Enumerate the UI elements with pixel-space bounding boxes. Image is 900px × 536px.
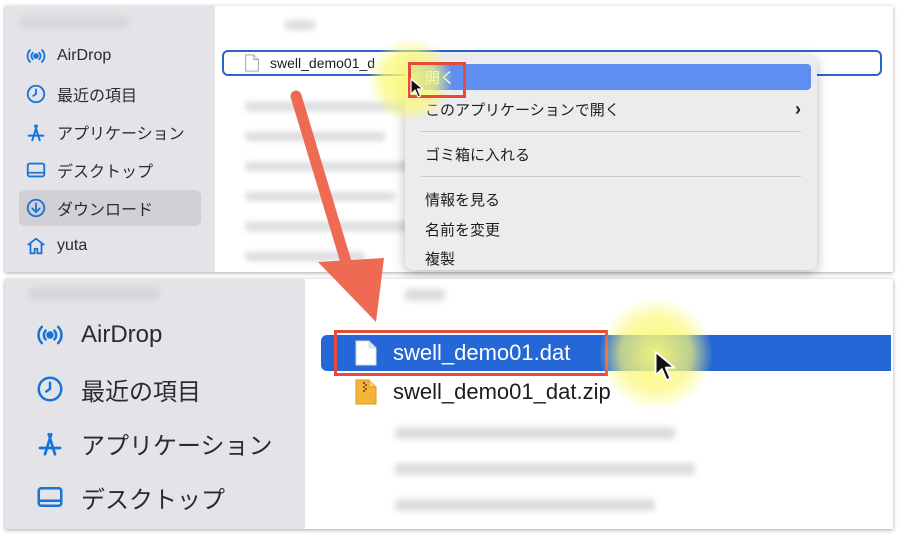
blurred-row xyxy=(395,427,675,439)
desktop-icon xyxy=(25,159,47,181)
download-icon xyxy=(25,197,47,219)
sidebar-item-airdrop[interactable]: AirDrop xyxy=(19,38,201,74)
sidebar-item-label: AirDrop xyxy=(81,321,163,348)
blurred-row xyxy=(245,192,395,201)
sidebar-item-label: アプリケーション xyxy=(81,432,273,460)
sidebar-item-label: 最近の項目 xyxy=(81,378,201,406)
sidebar-item-airdrop[interactable]: AirDrop xyxy=(35,313,162,357)
clock-icon xyxy=(35,374,65,404)
blurred-header xyxy=(19,16,129,28)
menu-item-label: 情報を見る xyxy=(425,191,501,209)
applications-icon xyxy=(25,121,47,143)
sidebar-item-label: デスクトップ xyxy=(57,164,154,181)
sidebar-item-applications[interactable]: アプリケーション xyxy=(19,114,201,150)
sidebar-item-label: デスクトップ xyxy=(81,486,225,514)
menu-item-get-info[interactable]: 情報を見る xyxy=(411,186,811,212)
blurred-header xyxy=(405,289,445,301)
blurred-row xyxy=(245,252,365,261)
blurred-row xyxy=(395,463,695,475)
menu-item-move-to-trash[interactable]: ゴミ箱に入れる xyxy=(411,141,811,167)
menu-item-label: このアプリケーションで開く xyxy=(425,101,620,119)
annotation-box-file xyxy=(334,330,608,376)
blurred-header xyxy=(29,287,159,301)
blurred-row xyxy=(395,499,655,511)
menu-separator xyxy=(421,176,801,177)
file-name: swell_demo01_dat.zip xyxy=(393,379,611,404)
sidebar-item-home[interactable]: yuta xyxy=(19,228,201,264)
blurred-header xyxy=(285,20,315,30)
finder-sidebar: AirDrop 最近の項目 アプリケーション xyxy=(5,6,215,272)
menu-separator xyxy=(421,131,801,132)
airdrop-icon xyxy=(35,320,65,350)
file-name: swell_demo01_d xyxy=(270,55,376,71)
desktop-icon xyxy=(35,482,65,512)
sidebar-item-label: AirDrop xyxy=(57,47,112,64)
zip-archive-icon xyxy=(355,379,377,405)
menu-item-open-with[interactable]: このアプリケーションで開く › xyxy=(411,96,811,122)
sidebar-item-label: yuta xyxy=(57,237,88,254)
sidebar-item-recents[interactable]: 最近の項目 xyxy=(19,76,201,112)
blurred-row xyxy=(245,132,385,141)
mouse-cursor-icon xyxy=(410,78,424,98)
finder-sidebar: AirDrop 最近の項目 アプリケーション xyxy=(5,279,305,529)
menu-item-open[interactable]: 開く xyxy=(411,64,811,90)
document-icon xyxy=(244,54,260,72)
menu-item-label: 複製 xyxy=(425,250,456,268)
home-icon xyxy=(25,235,47,257)
menu-item-duplicate[interactable]: 複製 xyxy=(411,245,811,270)
menu-item-label: ゴミ箱に入れる xyxy=(425,146,531,164)
airdrop-icon xyxy=(25,45,47,67)
chevron-right-icon: › xyxy=(795,99,801,119)
context-menu: 開く このアプリケーションで開く › ゴミ箱に入れる 情報を見る 名前を変更 複… xyxy=(405,55,817,270)
sidebar-item-label: アプリケーション xyxy=(57,126,185,143)
menu-item-rename[interactable]: 名前を変更 xyxy=(411,216,811,242)
menu-item-label: 名前を変更 xyxy=(425,221,501,239)
applications-icon xyxy=(35,428,65,458)
sidebar-item-downloads[interactable]: ダウンロード xyxy=(19,190,201,226)
sidebar-item-desktop[interactable]: デスクトップ xyxy=(35,475,225,519)
sidebar-item-desktop[interactable]: デスクトップ xyxy=(19,152,201,188)
sidebar-item-label: 最近の項目 xyxy=(57,88,138,105)
blurred-row xyxy=(245,162,415,171)
mouse-cursor-icon xyxy=(654,350,676,382)
sidebar-item-applications[interactable]: アプリケーション xyxy=(35,421,273,465)
sidebar-item-recents[interactable]: 最近の項目 xyxy=(35,367,201,411)
sidebar-item-label: ダウンロード xyxy=(57,202,154,219)
blurred-row xyxy=(245,222,410,231)
clock-icon xyxy=(25,83,47,105)
